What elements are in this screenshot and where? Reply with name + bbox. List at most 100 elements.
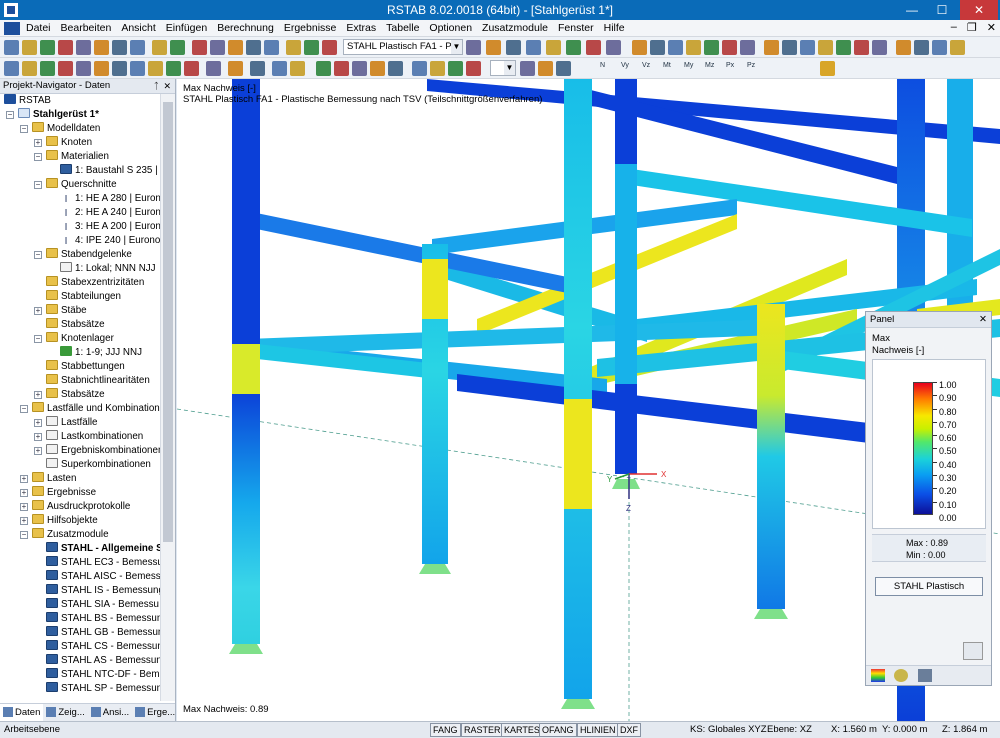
- toolbar-icon[interactable]: [722, 40, 737, 55]
- toolbar-icon[interactable]: [184, 61, 199, 76]
- toolbar-icon[interactable]: [304, 40, 319, 55]
- status-toggle-raster[interactable]: RASTER: [461, 723, 504, 737]
- status-toggle-dxf[interactable]: DXF: [617, 723, 641, 737]
- toolbar-icon[interactable]: [246, 40, 261, 55]
- tree-item[interactable]: + Stabsätze: [34, 388, 105, 402]
- minimize-button[interactable]: —: [898, 0, 926, 20]
- expand-icon[interactable]: +: [20, 503, 28, 511]
- tree-item[interactable]: − Zusatzmodule: [20, 528, 109, 542]
- pin-icon[interactable]: ᛏ: [154, 79, 159, 93]
- expand-icon[interactable]: +: [20, 517, 28, 525]
- toolbar-icon[interactable]: [264, 40, 279, 55]
- toolbar-icon[interactable]: [352, 61, 367, 76]
- tree-item[interactable]: − Stahlgerüst 1*: [6, 108, 99, 122]
- toolbar-icon[interactable]: [22, 61, 37, 76]
- edit-icon[interactable]: [918, 669, 932, 682]
- result-type-button[interactable]: Mz: [705, 62, 714, 69]
- tree-item[interactable]: + Hilfsobjekte: [20, 514, 98, 528]
- menu-item-10[interactable]: Fenster: [558, 22, 594, 34]
- menu-item-9[interactable]: Zusatzmodule: [482, 22, 548, 34]
- toolbar-icon[interactable]: [668, 40, 683, 55]
- collapse-icon[interactable]: −: [34, 251, 42, 259]
- toolbar-icon[interactable]: [556, 61, 571, 76]
- result-type-button[interactable]: My: [684, 62, 693, 69]
- toolbar-icon[interactable]: [370, 61, 385, 76]
- scroll-thumb[interactable]: [163, 102, 173, 542]
- toolbar-icon[interactable]: [566, 40, 581, 55]
- tree-item[interactable]: STAHL GB - Bemessun: [46, 626, 160, 640]
- toolbar-icon[interactable]: [228, 61, 243, 76]
- tree-item[interactable]: Stabexzentrizitäten: [46, 276, 144, 290]
- close-icon[interactable]: ✕: [979, 312, 987, 327]
- magnifier-icon[interactable]: [963, 642, 983, 660]
- navigator-tab[interactable]: Ansi...: [88, 704, 132, 721]
- result-type-button[interactable]: N: [600, 62, 605, 69]
- toolbar-icon[interactable]: [4, 61, 19, 76]
- tree-item[interactable]: + Ergebniskombinationen: [34, 444, 160, 458]
- collapse-icon[interactable]: −: [20, 405, 28, 413]
- tree-item[interactable]: Stabbettungen: [46, 360, 125, 374]
- tree-item[interactable]: STAHL SIA - Bemessu: [46, 598, 159, 612]
- toolbar-icon[interactable]: [112, 40, 127, 55]
- result-type-button[interactable]: Vz: [642, 62, 650, 69]
- toolbar-icon[interactable]: [764, 40, 779, 55]
- menu-item-2[interactable]: Ansicht: [121, 22, 155, 34]
- toolbar-icon[interactable]: [170, 40, 185, 55]
- toolbar-icon[interactable]: [76, 61, 91, 76]
- tree-item[interactable]: I 4: IPE 240 | Euronor: [60, 234, 160, 248]
- toolbar-icon[interactable]: [228, 40, 243, 55]
- tree-item[interactable]: − Lastfälle und Kombinationen: [20, 402, 160, 416]
- module-combo[interactable]: STAHL Plastisch FA1 - Plast ▼: [343, 39, 463, 55]
- result-type-button[interactable]: Pz: [747, 62, 755, 69]
- close-icon[interactable]: ✕: [163, 79, 171, 93]
- toolbar-icon[interactable]: [40, 40, 55, 55]
- toolbar-icon[interactable]: [546, 40, 561, 55]
- mdi-minimize-button[interactable]: –: [951, 21, 957, 34]
- maximize-button[interactable]: ☐: [928, 0, 956, 20]
- toolbar-icon[interactable]: [538, 61, 553, 76]
- toolbar-icon[interactable]: [872, 40, 887, 55]
- tree-item[interactable]: STAHL CS - Bemessun: [46, 640, 160, 654]
- color-scale-icon[interactable]: [871, 669, 885, 682]
- result-type-button[interactable]: Vy: [621, 62, 629, 69]
- toolbar-icon[interactable]: [686, 40, 701, 55]
- toolbar-icon[interactable]: [76, 40, 91, 55]
- tree-item[interactable]: + Knoten: [34, 136, 92, 150]
- menu-item-3[interactable]: Einfügen: [166, 22, 207, 34]
- expand-icon[interactable]: +: [34, 307, 42, 315]
- mdi-close-button[interactable]: ✕: [987, 21, 996, 34]
- chevron-down-icon[interactable]: ▼: [504, 61, 515, 75]
- toolbar-icon[interactable]: [448, 61, 463, 76]
- toolbar-icon[interactable]: [650, 40, 665, 55]
- tree-item[interactable]: + Lastfälle: [34, 416, 98, 430]
- toolbar-icon[interactable]: [148, 61, 163, 76]
- tree-item[interactable]: STAHL AISC - Bemess: [46, 570, 160, 584]
- tree-item[interactable]: 1: Baustahl S 235 | D: [60, 164, 160, 178]
- tree-item[interactable]: STAHL NTC-DF - Bem: [46, 668, 160, 682]
- toolbar-icon[interactable]: [130, 61, 145, 76]
- status-toggle-ofang[interactable]: OFANG: [539, 723, 577, 737]
- tree-item[interactable]: Stabnichtlinearitäten: [46, 374, 150, 388]
- toolbar-icon[interactable]: [632, 40, 647, 55]
- toolbar-icon[interactable]: [526, 40, 541, 55]
- toolbar-icon[interactable]: [322, 40, 337, 55]
- collapse-icon[interactable]: −: [20, 531, 28, 539]
- toolbar-icon[interactable]: [192, 40, 207, 55]
- toolbar-icon[interactable]: [4, 40, 19, 55]
- toolbar-icon[interactable]: [316, 61, 331, 76]
- toolbar-icon[interactable]: [94, 40, 109, 55]
- toolbar-icon[interactable]: [250, 61, 265, 76]
- toolbar-icon[interactable]: [58, 61, 73, 76]
- navigator-tab[interactable]: Erge...: [132, 704, 178, 721]
- toolbar-icon[interactable]: [130, 40, 145, 55]
- filter-icon[interactable]: [894, 669, 908, 682]
- collapse-icon[interactable]: −: [34, 181, 42, 189]
- toolbar-icon[interactable]: [272, 61, 287, 76]
- toolbar-icon[interactable]: [506, 40, 521, 55]
- mdi-restore-button[interactable]: ❐: [967, 21, 977, 34]
- navigator-tab[interactable]: Zeig...: [43, 704, 87, 721]
- toolbar-icon[interactable]: [152, 40, 167, 55]
- toolbar-icon[interactable]: [22, 40, 37, 55]
- toolbar-icon[interactable]: [914, 40, 929, 55]
- collapse-icon[interactable]: −: [34, 335, 42, 343]
